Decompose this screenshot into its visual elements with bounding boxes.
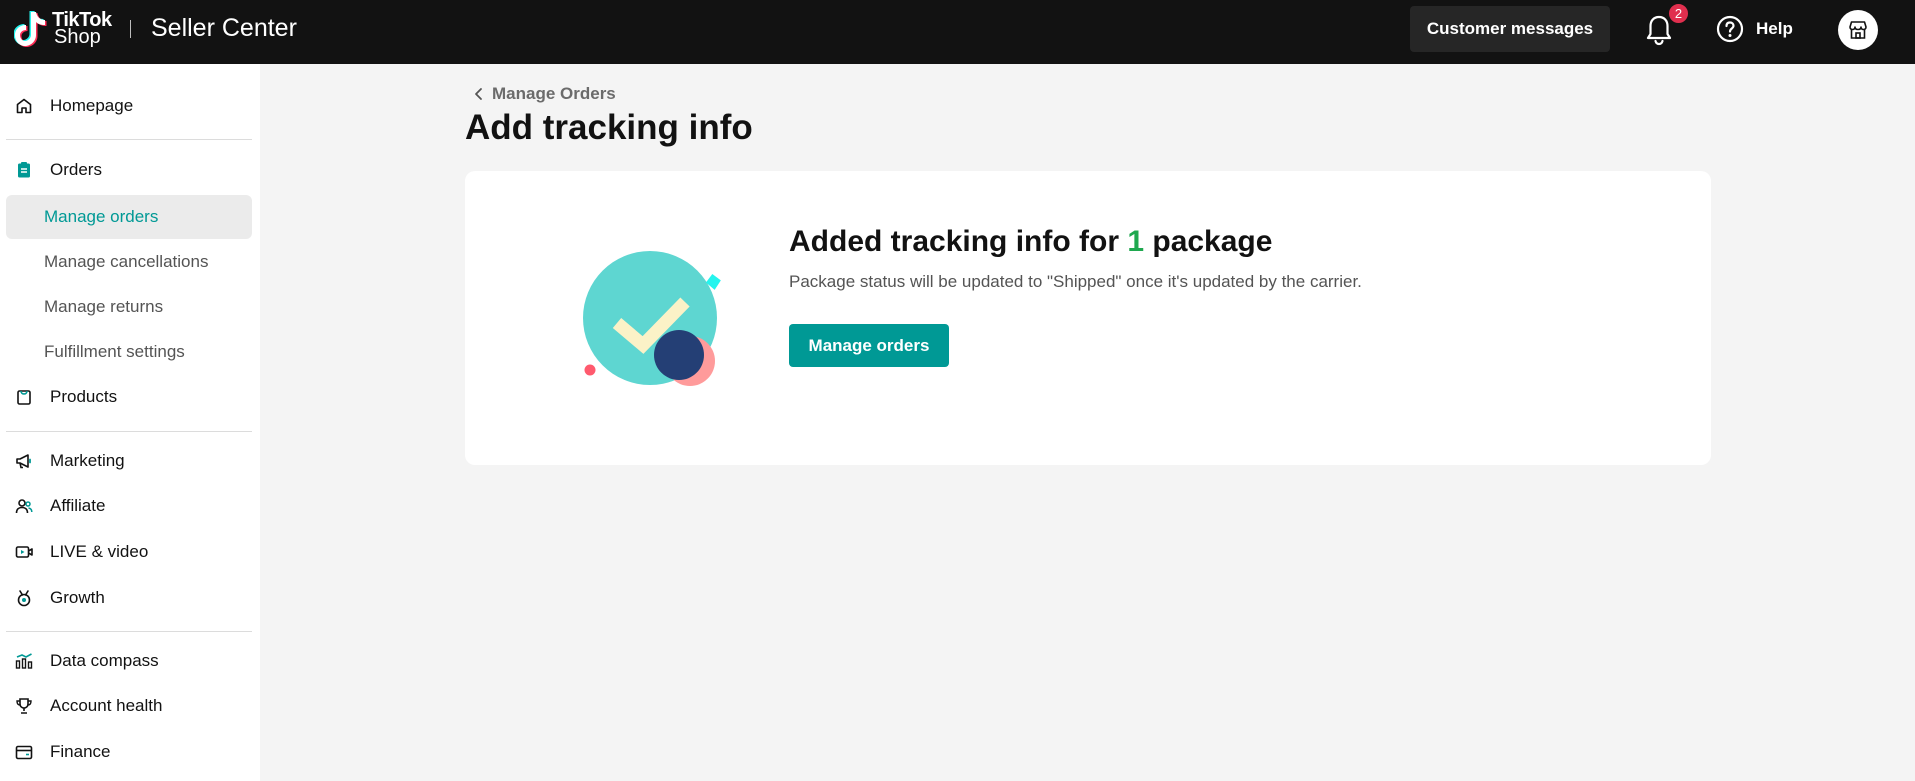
sidebar-item-label: Growth [50, 588, 105, 607]
users-icon [14, 496, 34, 516]
sidebar-item-marketing[interactable]: Marketing [6, 439, 252, 483]
sidebar-item-label: Data compass [50, 651, 159, 670]
customer-messages-button[interactable]: Customer messages [1410, 6, 1610, 52]
wallet-icon [14, 742, 34, 762]
success-subtext: Package status will be updated to "Shipp… [789, 272, 1362, 291]
products-icon [14, 387, 34, 407]
chart-icon [14, 651, 34, 671]
top-bar: TikTok Shop Seller Center Customer messa… [0, 0, 1915, 64]
sidebar-item-orders[interactable]: Orders [6, 148, 252, 192]
sidebar-item-label: Finance [50, 742, 111, 761]
sidebar-item-label: Marketing [50, 451, 125, 470]
tiktok-shop-logo[interactable]: TikTok Shop [14, 10, 112, 48]
heading-prefix: Added tracking info for [789, 225, 1128, 258]
trophy-icon [14, 696, 34, 716]
growth-icon [14, 588, 34, 608]
sidebar-subitem-manage-orders[interactable]: Manage orders [6, 195, 252, 239]
notification-badge: 2 [1668, 3, 1689, 24]
breadcrumb[interactable]: Manage Orders [472, 84, 616, 104]
success-heading: Added tracking info for 1 package [789, 225, 1272, 259]
sidebar-item-label: Orders [50, 160, 102, 179]
chevron-left-icon [475, 88, 482, 100]
logo-divider [130, 20, 131, 38]
package-count: 1 [1127, 225, 1145, 258]
sidebar-subitem-manage-cancellations[interactable]: Manage cancellations [6, 240, 252, 284]
help-icon [1716, 15, 1744, 43]
sidebar-divider [6, 431, 252, 432]
sidebar-item-label: Homepage [50, 96, 134, 115]
page-title: Add tracking info [465, 108, 753, 147]
sidebar: Homepage Orders Manage orders Manage can… [0, 64, 260, 781]
sidebar-item-account-health[interactable]: Account health [6, 684, 252, 728]
store-icon [1849, 21, 1867, 39]
sidebar-item-products[interactable]: Products [6, 375, 252, 419]
sidebar-item-label: Products [50, 387, 118, 406]
manage-orders-button[interactable]: Manage orders [789, 324, 949, 367]
tiktok-logo-icon [14, 11, 47, 47]
sidebar-item-label: Affiliate [50, 496, 106, 515]
orders-icon [14, 160, 34, 180]
logo-wordmark: TikTok Shop [52, 10, 112, 48]
sidebar-item-growth[interactable]: Growth [6, 576, 252, 620]
sidebar-item-homepage[interactable]: Homepage [6, 84, 252, 128]
logo-line2: Shop [54, 26, 101, 48]
help-button[interactable]: Help [1716, 15, 1793, 43]
breadcrumb-label: Manage Orders [492, 84, 616, 103]
success-card: Added tracking info for 1 package Packag… [465, 171, 1711, 465]
sidebar-subitem-fulfillment-settings[interactable]: Fulfillment settings [6, 330, 252, 374]
shop-avatar[interactable] [1838, 10, 1878, 50]
sidebar-item-finance[interactable]: Finance [6, 730, 252, 774]
sidebar-divider [6, 631, 252, 632]
sidebar-item-label: Account health [50, 696, 163, 715]
video-icon [14, 542, 34, 562]
sidebar-item-live-video[interactable]: LIVE & video [6, 530, 252, 574]
sidebar-divider [6, 139, 252, 140]
sidebar-item-data-compass[interactable]: Data compass [6, 639, 252, 683]
sidebar-item-label: LIVE & video [50, 542, 149, 561]
product-name: Seller Center [151, 14, 297, 42]
help-label: Help [1756, 19, 1793, 38]
sidebar-item-affiliate[interactable]: Affiliate [6, 484, 252, 528]
heading-suffix: package [1144, 225, 1273, 258]
megaphone-icon [14, 451, 34, 471]
success-check-illustration [583, 251, 721, 386]
home-icon [14, 96, 34, 116]
sidebar-subitem-manage-returns[interactable]: Manage returns [6, 285, 252, 329]
